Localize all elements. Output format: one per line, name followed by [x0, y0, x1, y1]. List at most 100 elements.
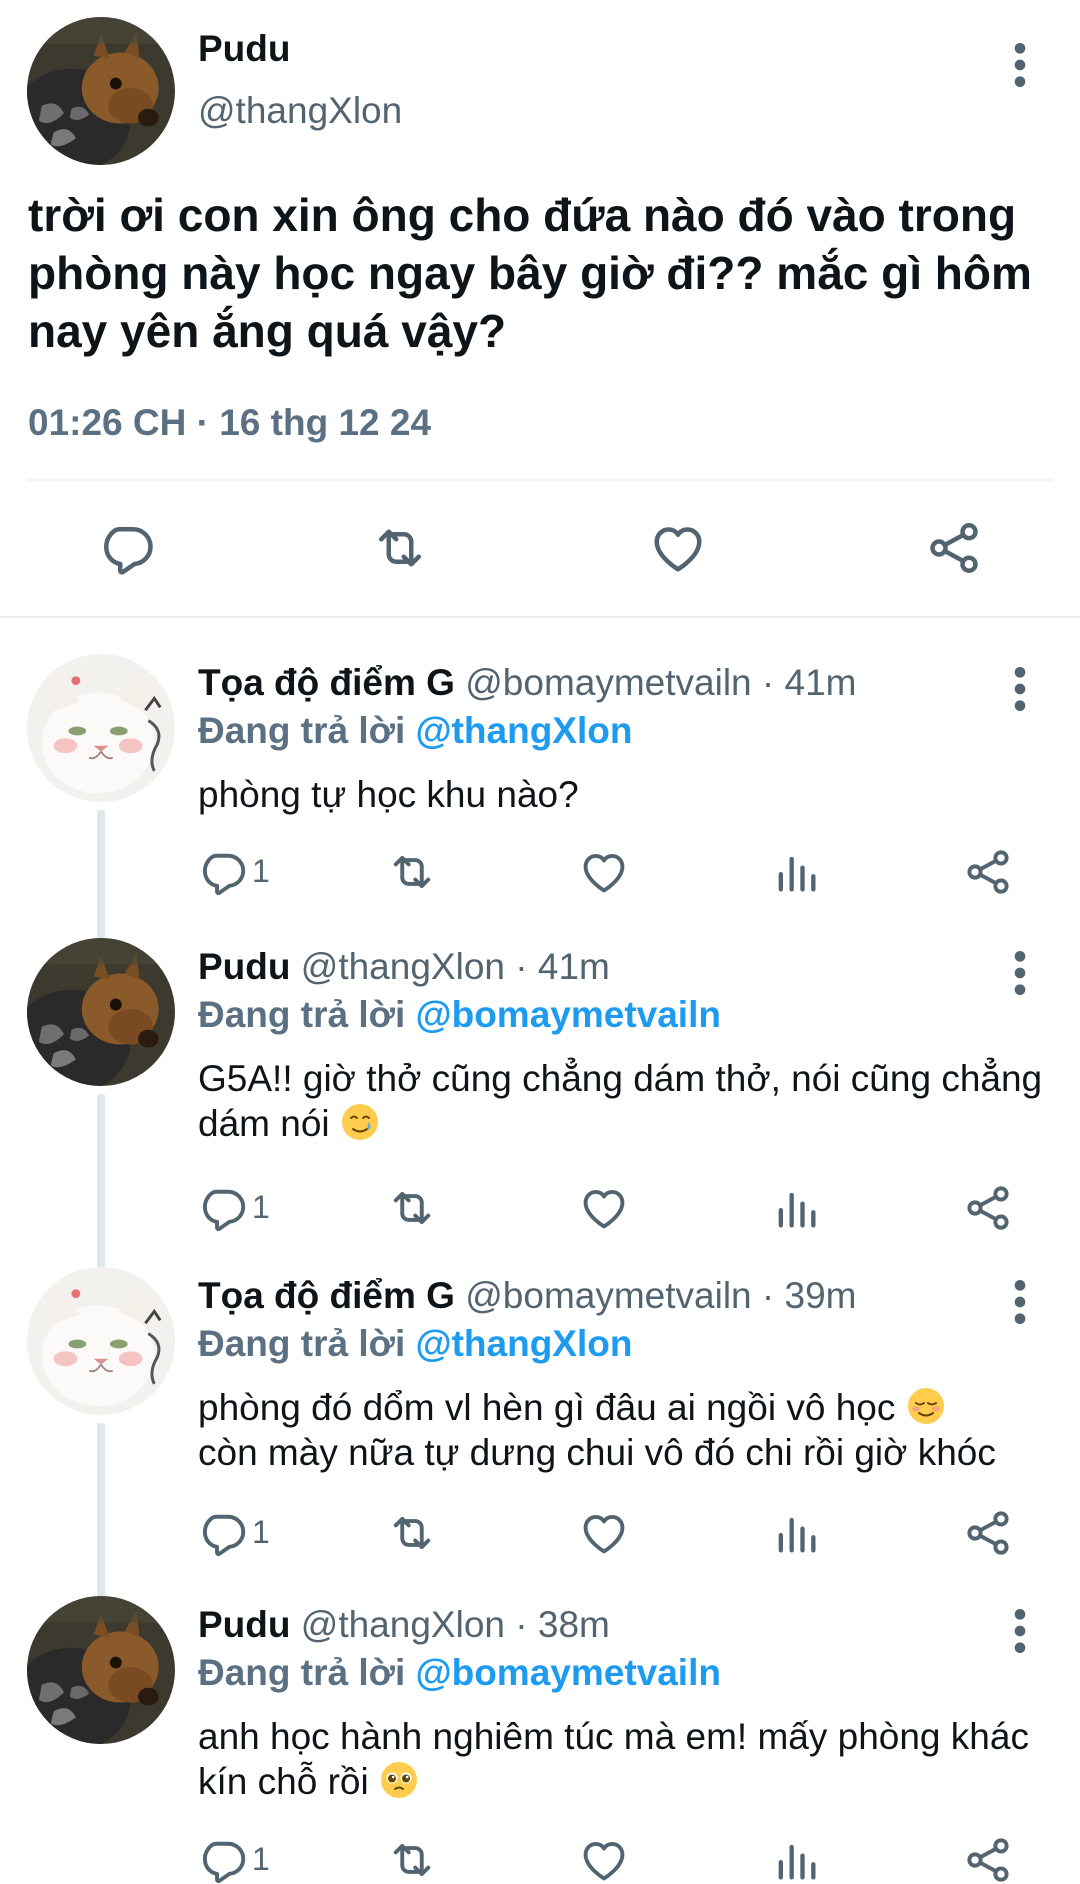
author-name[interactable]: Pudu	[198, 946, 290, 987]
more-options-button[interactable]	[1000, 948, 1040, 998]
reply-header: Pudu @thangXlon · 38m	[198, 1604, 610, 1646]
mention-link[interactable]: @bomaymetvailn	[416, 1652, 721, 1693]
reply-count: 1	[252, 1841, 270, 1877]
like-button[interactable]	[578, 1834, 630, 1884]
reply-button[interactable]	[96, 518, 156, 578]
divider	[28, 479, 1052, 481]
reply-text: anh học hành nghiêm túc mà em! mấy phòng…	[198, 1714, 1058, 1804]
reply-button[interactable]	[196, 1507, 248, 1559]
author-name[interactable]: Tọa độ điểm G	[198, 1275, 455, 1316]
avatar[interactable]	[27, 1267, 175, 1415]
tweet-timestamp[interactable]: 01:26 CH · 16 thg 12 24	[28, 402, 431, 444]
retweet-button[interactable]	[370, 518, 430, 578]
reply-button[interactable]	[196, 1834, 248, 1884]
reply-icon	[196, 1507, 248, 1559]
retweet-button[interactable]	[386, 1182, 438, 1234]
reply-header: Pudu @thangXlon · 41m	[198, 946, 610, 988]
pudu-deer-avatar-icon	[27, 1596, 175, 1744]
main-tweet: Pudu @thangXlon trời ơi con xin ông cho …	[0, 0, 1080, 618]
retweet-icon	[386, 1834, 438, 1884]
divider	[0, 616, 1080, 618]
retweet-icon	[386, 1182, 438, 1234]
reply-text-content: anh học hành nghiêm túc mà em! mấy phòng…	[198, 1716, 1029, 1802]
more-vertical-icon	[1000, 40, 1040, 90]
more-options-button[interactable]	[1000, 1277, 1040, 1327]
author-name[interactable]: Pudu	[198, 28, 290, 70]
avatar[interactable]	[27, 17, 175, 165]
view-stats-button[interactable]	[770, 1507, 822, 1559]
author-handle[interactable]: @bomaymetvailn	[465, 662, 751, 703]
mention-link[interactable]: @bomaymetvailn	[416, 994, 721, 1035]
retweet-icon	[386, 846, 438, 898]
like-button[interactable]	[578, 1182, 630, 1234]
reply-time[interactable]: 39m	[785, 1275, 857, 1316]
pudu-deer-avatar-icon	[27, 17, 175, 165]
heart-icon	[648, 518, 708, 578]
like-button[interactable]	[578, 846, 630, 898]
view-stats-button[interactable]	[770, 846, 822, 898]
retweet-button[interactable]	[386, 1507, 438, 1559]
reply-tweet[interactable]: Tọa độ điểm G @bomaymetvailn · 41m Đang …	[0, 654, 1080, 994]
reply-icon	[196, 1182, 248, 1234]
view-stats-button[interactable]	[770, 1834, 822, 1884]
mention-link[interactable]: @thangXlon	[416, 710, 633, 751]
reply-button[interactable]	[196, 846, 248, 898]
reply-text-content: G5A!! giờ thở cũng chẳng dám thở, nói cũ…	[198, 1058, 1043, 1144]
heart-icon	[578, 1507, 630, 1559]
share-button[interactable]	[924, 518, 984, 578]
author-handle[interactable]: @bomaymetvailn	[465, 1275, 751, 1316]
separator: ·	[515, 1604, 528, 1645]
replying-to: Đang trả lời @thangXlon	[198, 1323, 632, 1365]
replying-to: Đang trả lời @bomaymetvailn	[198, 1652, 721, 1694]
reply-header: Tọa độ điểm G @bomaymetvailn · 39m	[198, 1275, 857, 1317]
avatar[interactable]	[27, 1596, 175, 1744]
avatar[interactable]	[27, 654, 175, 802]
reply-count: 1	[252, 1189, 270, 1225]
crying-smile-emoji-icon	[340, 1102, 380, 1142]
like-button[interactable]	[648, 518, 708, 578]
stats-icon	[770, 1182, 822, 1234]
retweet-button[interactable]	[386, 846, 438, 898]
more-vertical-icon	[1000, 1277, 1040, 1327]
author-handle[interactable]: @thangXlon	[301, 1604, 505, 1645]
more-options-button[interactable]	[1000, 664, 1040, 714]
thread-line	[97, 1423, 105, 1609]
reply-tweet[interactable]: Pudu @thangXlon · 38m Đang trả lời @boma…	[0, 1596, 1080, 1884]
reply-text-content: phòng tự học khu nào?	[198, 774, 579, 815]
share-icon	[924, 518, 984, 578]
pudu-deer-avatar-icon	[27, 938, 175, 1086]
heart-icon	[578, 846, 630, 898]
reply-button[interactable]	[196, 1182, 248, 1234]
view-stats-button[interactable]	[770, 1182, 822, 1234]
author-name[interactable]: Pudu	[198, 1604, 290, 1645]
more-options-button[interactable]	[1000, 1606, 1040, 1656]
share-button[interactable]	[962, 1834, 1014, 1884]
author-name[interactable]: Tọa độ điểm G	[198, 662, 455, 703]
white-cat-avatar-icon	[27, 654, 175, 802]
reply-icon	[196, 846, 248, 898]
share-icon	[962, 1182, 1014, 1234]
author-handle[interactable]: @thangXlon	[301, 946, 505, 987]
replying-to: Đang trả lời @bomaymetvailn	[198, 994, 721, 1036]
reply-count: 1	[252, 853, 270, 889]
replying-prefix: Đang trả lời	[198, 994, 406, 1035]
reply-tweet[interactable]: Pudu @thangXlon · 41m Đang trả lời @boma…	[0, 938, 1080, 1330]
reply-text: phòng tự học khu nào?	[198, 772, 1058, 817]
share-button[interactable]	[962, 846, 1014, 898]
like-button[interactable]	[578, 1507, 630, 1559]
heart-icon	[578, 1834, 630, 1884]
reply-time[interactable]: 41m	[538, 946, 610, 987]
reply-time[interactable]: 41m	[785, 662, 857, 703]
stats-icon	[770, 846, 822, 898]
retweet-button[interactable]	[386, 1834, 438, 1884]
author-handle[interactable]: @thangXlon	[198, 90, 402, 132]
share-button[interactable]	[962, 1507, 1014, 1559]
more-options-button[interactable]	[1000, 40, 1040, 90]
reply-tweet[interactable]: Tọa độ điểm G @bomaymetvailn · 39m Đang …	[0, 1267, 1080, 1609]
reply-time[interactable]: 38m	[538, 1604, 610, 1645]
share-icon	[962, 1834, 1014, 1884]
share-button[interactable]	[962, 1182, 1014, 1234]
reply-text: phòng đó dổm vl hèn gì đâu ai ngồi vô họ…	[198, 1385, 1078, 1475]
mention-link[interactable]: @thangXlon	[416, 1323, 633, 1364]
avatar[interactable]	[27, 938, 175, 1086]
